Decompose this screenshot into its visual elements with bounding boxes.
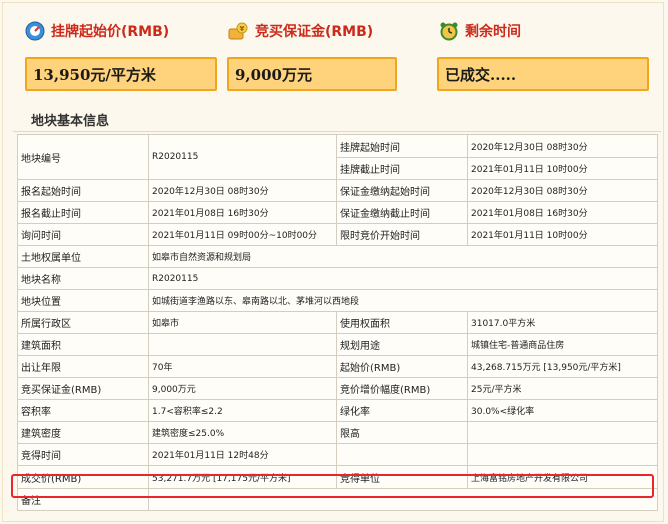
start-price-header-label: 挂牌起始价(RMB) bbox=[51, 24, 170, 40]
start-price-value: 13,950元/平方米 bbox=[25, 57, 217, 91]
table-label-cell: 所属行政区 bbox=[17, 311, 149, 334]
table-label-cell: 使用权面积 bbox=[336, 311, 468, 334]
table-empty-cell bbox=[336, 443, 468, 466]
table-row: 竞买保证金(RMB) 9,000万元 竞价增价幅度(RMB) 25元/平方米 bbox=[17, 377, 658, 400]
table-value-cell: 建筑密度≤25.0% bbox=[148, 421, 337, 444]
table-value-cell: 2021年01月08日 16时30分 bbox=[467, 201, 658, 224]
table-row-deal-price: 成交价(RMB) 53,271.7万元 [17,175元/平方米] 竞得单位 上… bbox=[17, 465, 658, 489]
table-label-cell: 报名起始时间 bbox=[17, 179, 149, 202]
table-row: 出让年限 70年 起始价(RMB) 43,268.715万元 [13,950元/… bbox=[17, 355, 658, 378]
table-label-cell: 限时竞价开始时间 bbox=[336, 223, 468, 246]
table-row: 土地权属单位 如皋市自然资源和规划局 bbox=[17, 245, 658, 268]
table-row: 建筑面积 规划用途 城镇住宅-普通商品住房 bbox=[17, 333, 658, 356]
table-row: 地块位置 如城街道李渔路以东、皋南路以北、茅堆河以西地段 bbox=[17, 289, 658, 312]
land-info-table: 地块编号 R2020115 挂牌起始时间 2020年12月30日 08时30分 … bbox=[17, 134, 658, 511]
table-label-cell: 地块名称 bbox=[17, 267, 149, 290]
table-value-cell: 9,000万元 bbox=[148, 377, 337, 400]
start-price-header: 挂牌起始价(RMB) bbox=[25, 21, 169, 41]
table-value-cell: 31017.0平方米 bbox=[467, 311, 658, 334]
table-value-cell: 2021年01月11日 09时00分~10时00分 bbox=[148, 223, 337, 246]
table-label-cell: 保证金缴纳起始时间 bbox=[336, 179, 468, 202]
section-header: 地块基本信息 bbox=[13, 107, 661, 132]
table-value-cell: 2020年12月30日 08时30分 bbox=[148, 179, 337, 202]
deposit-value: 9,000万元 bbox=[227, 57, 397, 91]
table-value-cell: 2020年12月30日 08时30分 bbox=[467, 179, 658, 202]
remaining-time-header-label: 剩余时间 bbox=[465, 24, 521, 40]
table-row: 容积率 1.7<容积率≤2.2 绿化率 30.0%<绿化率 bbox=[17, 399, 658, 422]
table-label-cell: 保证金缴纳截止时间 bbox=[336, 201, 468, 224]
table-empty-cell bbox=[148, 488, 658, 511]
remaining-time-value: 已成交..... bbox=[437, 57, 649, 91]
table-row: 建筑密度 建筑密度≤25.0% 限高 bbox=[17, 421, 658, 444]
table-label-cell: 竞得时间 bbox=[17, 443, 149, 466]
table-value-cell: R2020115 bbox=[148, 134, 337, 180]
deposit-coins-icon: ¥ bbox=[228, 22, 248, 40]
table-label-cell: 建筑面积 bbox=[17, 333, 149, 356]
table-value-cell bbox=[148, 333, 337, 356]
table-value-cell: 上海富铭房地产开发有限公司 bbox=[467, 465, 658, 489]
table-label-cell: 询问时间 bbox=[17, 223, 149, 246]
table-value-cell: 70年 bbox=[148, 355, 337, 378]
table-label-cell: 绿化率 bbox=[336, 399, 468, 422]
table-value-cell: 2020年12月30日 08时30分 bbox=[467, 134, 658, 158]
table-label-cell: 竞买保证金(RMB) bbox=[17, 377, 149, 400]
table-label-cell: 土地权属单位 bbox=[17, 245, 149, 268]
table-label-cell: 起始价(RMB) bbox=[336, 355, 468, 378]
table-label-cell: 容积率 bbox=[17, 399, 149, 422]
table-row: 所属行政区 如皋市 使用权面积 31017.0平方米 bbox=[17, 311, 658, 334]
table-row: 地块名称 R2020115 bbox=[17, 267, 658, 290]
table-label-cell: 规划用途 bbox=[336, 333, 468, 356]
table-row: 地块编号 R2020115 挂牌起始时间 2020年12月30日 08时30分 bbox=[17, 134, 658, 180]
remaining-time-header: 剩余时间 bbox=[439, 21, 521, 41]
table-value-cell: 2021年01月08日 16时30分 bbox=[148, 201, 337, 224]
table-value-cell: 53,271.7万元 [17,175元/平方米] bbox=[148, 465, 337, 489]
table-label-cell: 出让年限 bbox=[17, 355, 149, 378]
table-row: 报名截止时间 2021年01月08日 16时30分 保证金缴纳截止时间 2021… bbox=[17, 201, 658, 224]
table-value-cell: 2021年01月11日 10时00分 bbox=[467, 157, 658, 180]
table-value-cell: 2021年01月11日 10时00分 bbox=[467, 223, 658, 246]
table-label-cell: 限高 bbox=[336, 421, 468, 444]
price-gauge-icon bbox=[25, 21, 45, 41]
table-row: 备注 bbox=[17, 488, 658, 511]
svg-text:¥: ¥ bbox=[240, 25, 245, 33]
table-value-cell: 25元/平方米 bbox=[467, 377, 658, 400]
table-value-cell: R2020115 bbox=[148, 267, 658, 290]
table-value-cell: 43,268.715万元 [13,950元/平方米] bbox=[467, 355, 658, 378]
table-label-cell: 挂牌截止时间 bbox=[336, 157, 468, 180]
section-title: 地块基本信息 bbox=[31, 114, 110, 129]
table-value-cell: 如皋市 bbox=[148, 311, 337, 334]
table-empty-cell bbox=[467, 443, 658, 466]
table-value-cell: 30.0%<绿化率 bbox=[467, 399, 658, 422]
table-label-cell: 备注 bbox=[17, 488, 149, 511]
land-info-panel: 挂牌起始价(RMB) ¥ 竞买保证金(RMB) 剩余时间 13,950元/平方米… bbox=[2, 2, 664, 522]
table-label-cell: 地块位置 bbox=[17, 289, 149, 312]
table-label-cell: 地块编号 bbox=[17, 134, 149, 180]
table-label-cell: 挂牌起始时间 bbox=[336, 134, 468, 158]
table-value-cell: 城镇住宅-普通商品住房 bbox=[467, 333, 658, 356]
table-label-cell: 竞得单位 bbox=[336, 465, 468, 489]
table-row: 报名起始时间 2020年12月30日 08时30分 保证金缴纳起始时间 2020… bbox=[17, 179, 658, 202]
table-label-cell: 报名截止时间 bbox=[17, 201, 149, 224]
deposit-header: ¥ 竞买保证金(RMB) bbox=[227, 21, 373, 41]
table-label-cell: 建筑密度 bbox=[17, 421, 149, 444]
table-value-cell: 如城街道李渔路以东、皋南路以北、茅堆河以西地段 bbox=[148, 289, 658, 312]
alarm-clock-icon bbox=[440, 22, 458, 41]
deposit-header-label: 竞买保证金(RMB) bbox=[255, 24, 374, 40]
table-value-cell: 2021年01月11日 12时48分 bbox=[148, 443, 337, 466]
table-row: 竞得时间 2021年01月11日 12时48分 bbox=[17, 443, 658, 466]
table-label-cell: 竞价增价幅度(RMB) bbox=[336, 377, 468, 400]
table-label-cell: 成交价(RMB) bbox=[17, 465, 149, 489]
table-value-cell: 1.7<容积率≤2.2 bbox=[148, 399, 337, 422]
table-value-cell bbox=[467, 421, 658, 444]
table-value-cell: 如皋市自然资源和规划局 bbox=[148, 245, 658, 268]
table-row: 询问时间 2021年01月11日 09时00分~10时00分 限时竞价开始时间 … bbox=[17, 223, 658, 246]
